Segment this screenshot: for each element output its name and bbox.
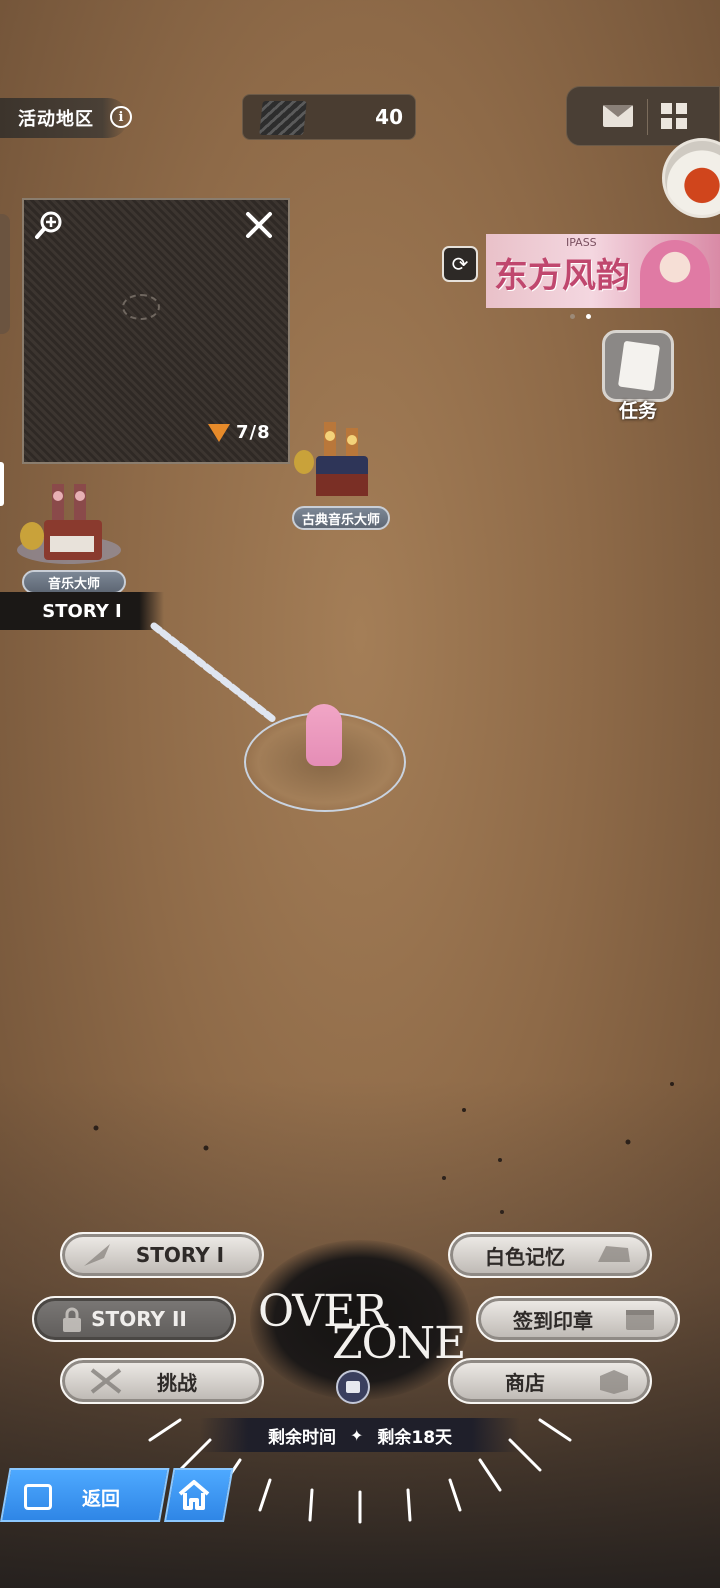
story-one-button[interactable]: STORY I bbox=[60, 1232, 264, 1278]
currency-value: 40 bbox=[375, 105, 403, 129]
minimap[interactable]: 7/8 bbox=[22, 198, 290, 464]
refresh-icon: ⟳ bbox=[451, 252, 469, 276]
music-master-machine[interactable] bbox=[14, 480, 124, 566]
classical-music-node-label[interactable]: 古典音乐大师 bbox=[292, 506, 390, 530]
film-reel-icon[interactable] bbox=[336, 1370, 370, 1404]
exit-door-icon bbox=[24, 1484, 52, 1510]
quest-label: 任务 bbox=[618, 400, 657, 422]
logo-zone: ZONE bbox=[332, 1318, 466, 1369]
back-label: 返回 bbox=[82, 1488, 121, 1510]
key-icon bbox=[208, 424, 230, 442]
banner-character-art bbox=[640, 240, 710, 308]
carousel-dot-active[interactable] bbox=[586, 314, 591, 319]
white-memory-button[interactable]: 白色记忆 bbox=[448, 1232, 652, 1278]
challenge-label: 挑战 bbox=[157, 1370, 197, 1395]
close-icon[interactable] bbox=[244, 210, 274, 240]
home-icon bbox=[178, 1480, 210, 1510]
region-label: 活动地区 bbox=[18, 109, 94, 130]
player-character[interactable] bbox=[306, 704, 342, 766]
region-tag: 活动地区 bbox=[0, 98, 128, 138]
side-orb-icon[interactable] bbox=[662, 138, 720, 218]
story-two-button[interactable]: STORY II bbox=[32, 1296, 236, 1342]
shop-button[interactable]: 商店 bbox=[448, 1358, 652, 1404]
checkin-stamp-button[interactable]: 签到印章 bbox=[476, 1296, 680, 1342]
zoom-in-icon[interactable] bbox=[34, 210, 64, 240]
banner-title: 东方风韵 bbox=[494, 256, 630, 296]
white-memory-label: 白色记忆 bbox=[485, 1244, 565, 1269]
left-edge-marker bbox=[0, 462, 4, 506]
quill-icon bbox=[84, 1244, 110, 1266]
mail-icon[interactable] bbox=[603, 105, 633, 127]
info-icon[interactable]: i bbox=[110, 106, 132, 128]
piano-icon bbox=[598, 1246, 630, 1262]
quest-scroll-icon bbox=[617, 340, 661, 392]
grid-menu-icon[interactable] bbox=[661, 103, 687, 129]
calendar-icon bbox=[626, 1310, 654, 1330]
box-icon bbox=[600, 1370, 628, 1394]
music-master-node-label[interactable]: 音乐大师 bbox=[22, 570, 126, 594]
carousel-dot[interactable] bbox=[570, 314, 575, 319]
currency-counter: 40 bbox=[242, 94, 416, 140]
story-one-label: STORY I bbox=[135, 1243, 225, 1267]
map-marker bbox=[122, 294, 160, 320]
crossed-guns-icon bbox=[90, 1368, 122, 1394]
story-one-node-banner[interactable]: STORY I bbox=[0, 592, 164, 630]
exploration-progress: 7/8 bbox=[236, 422, 271, 443]
left-drawer-handle[interactable] bbox=[0, 214, 10, 334]
refresh-button[interactable]: ⟳ bbox=[442, 246, 478, 282]
checkin-stamp-label: 签到印章 bbox=[513, 1308, 593, 1333]
path-line bbox=[150, 622, 278, 724]
shop-label: 商店 bbox=[505, 1370, 545, 1395]
challenge-button[interactable]: 挑战 bbox=[60, 1358, 264, 1404]
quest-button[interactable] bbox=[602, 330, 674, 402]
classical-music-machine[interactable] bbox=[294, 416, 384, 502]
divider bbox=[647, 99, 648, 135]
top-right-panel bbox=[566, 86, 720, 146]
story-two-label: STORY II bbox=[91, 1307, 187, 1331]
film-ticket-icon bbox=[259, 101, 307, 135]
event-banner[interactable]: IPASS 东方风韵 bbox=[486, 234, 720, 308]
lock-icon bbox=[63, 1307, 81, 1332]
